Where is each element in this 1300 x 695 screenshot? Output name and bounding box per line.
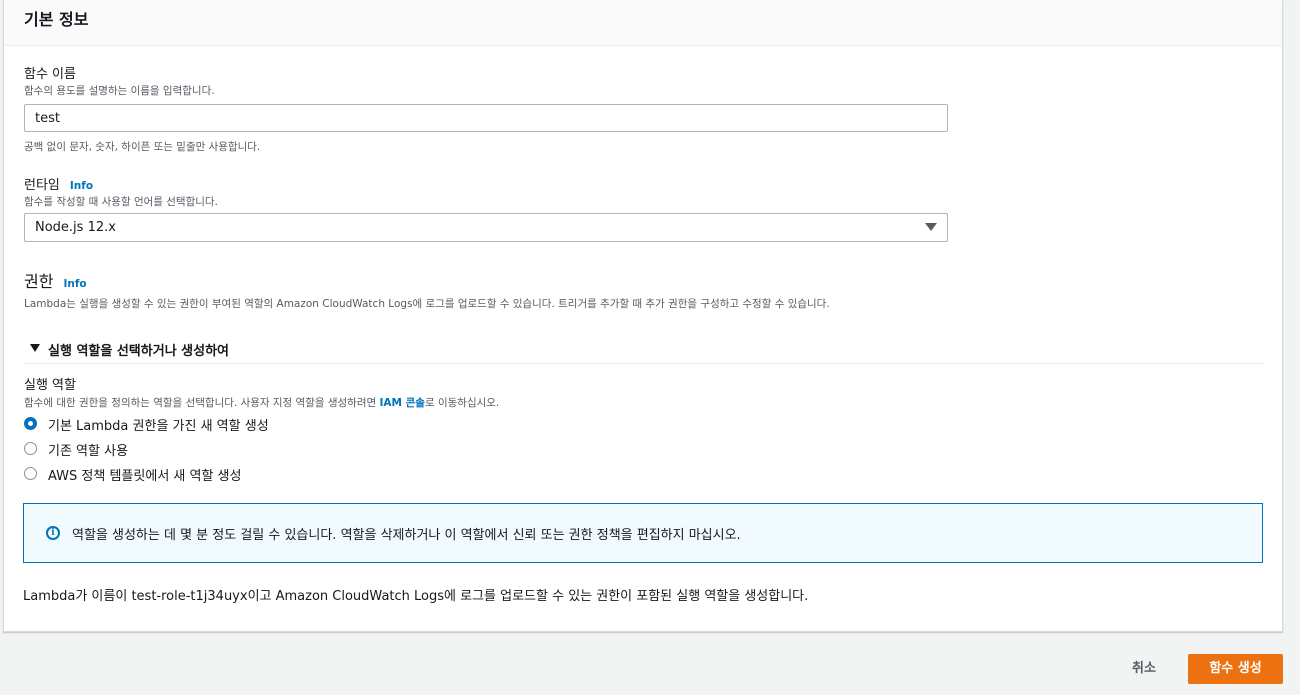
runtime-label: 런타임 — [24, 178, 60, 193]
panel-title: 기본 정보 — [24, 10, 89, 29]
caret-down-icon — [30, 344, 40, 352]
radio-label: 기존 역할 사용 — [48, 444, 129, 459]
execution-role-expander[interactable]: 실행 역할을 선택하거나 생성하여 — [24, 336, 1264, 364]
expander-label: 실행 역할을 선택하거나 생성하여 — [48, 344, 230, 359]
runtime-info-link[interactable]: Info — [70, 180, 93, 192]
function-name-label: 함수 이름 — [24, 67, 76, 82]
radio-button-checked[interactable] — [24, 417, 37, 430]
runtime-label-row: 런타임 Info — [24, 174, 93, 193]
radio-label: 기본 Lambda 권한을 가진 새 역할 생성 — [48, 419, 269, 434]
execution-role-description: 함수에 대한 권한을 정의하는 역할을 선택합니다. 사용자 지정 역할을 생성… — [24, 395, 499, 410]
info-alert: i 역할을 생성하는 데 몇 분 정도 걸릴 수 있습니다. 역할을 삭제하거나… — [23, 503, 1263, 563]
function-name-description: 함수의 용도를 설명하는 이름을 입력합니다. — [24, 85, 215, 97]
function-name-constraint: 공백 없이 문자, 숫자, 하이픈 또는 밑줄만 사용합니다. — [24, 141, 261, 153]
permissions-heading: 권한 — [24, 272, 54, 291]
radio-label: AWS 정책 템플릿에서 새 역할 생성 — [48, 469, 242, 484]
permissions-heading-row: 권한 Info — [24, 268, 87, 292]
runtime-description: 함수를 작성할 때 사용할 언어를 선택합니다. — [24, 196, 218, 208]
runtime-selected-value: Node.js 12.x — [35, 220, 116, 235]
permissions-info-link[interactable]: Info — [63, 278, 86, 290]
iam-console-link[interactable]: IAM 콘솔 — [380, 397, 425, 409]
radio-button[interactable] — [24, 467, 37, 480]
runtime-select[interactable]: Node.js 12.x — [24, 213, 948, 242]
radio-button[interactable] — [24, 442, 37, 455]
execution-role-desc-suffix: 로 이동하십시오. — [424, 397, 500, 409]
function-name-input[interactable] — [24, 104, 948, 132]
caret-down-icon — [925, 223, 937, 231]
create-function-button[interactable]: 함수 생성 — [1188, 654, 1283, 684]
execution-role-label: 실행 역할 — [24, 378, 76, 393]
permissions-description: Lambda는 실행을 생성할 수 있는 권한이 부여된 역할의 Amazon … — [24, 298, 830, 310]
info-icon: i — [46, 526, 60, 540]
role-summary-text: Lambda가 이름이 test-role-t1j34uyx이고 Amazon … — [23, 589, 809, 604]
cancel-button[interactable]: 취소 — [1118, 654, 1170, 684]
panel-header: 기본 정보 — [4, 0, 1282, 46]
alert-text: 역할을 생성하는 데 몇 분 정도 걸릴 수 있습니다. 역할을 삭제하거나 이… — [72, 528, 741, 543]
execution-role-desc-text: 함수에 대한 권한을 정의하는 역할을 선택합니다. 사용자 지정 역할을 생성… — [24, 397, 380, 409]
